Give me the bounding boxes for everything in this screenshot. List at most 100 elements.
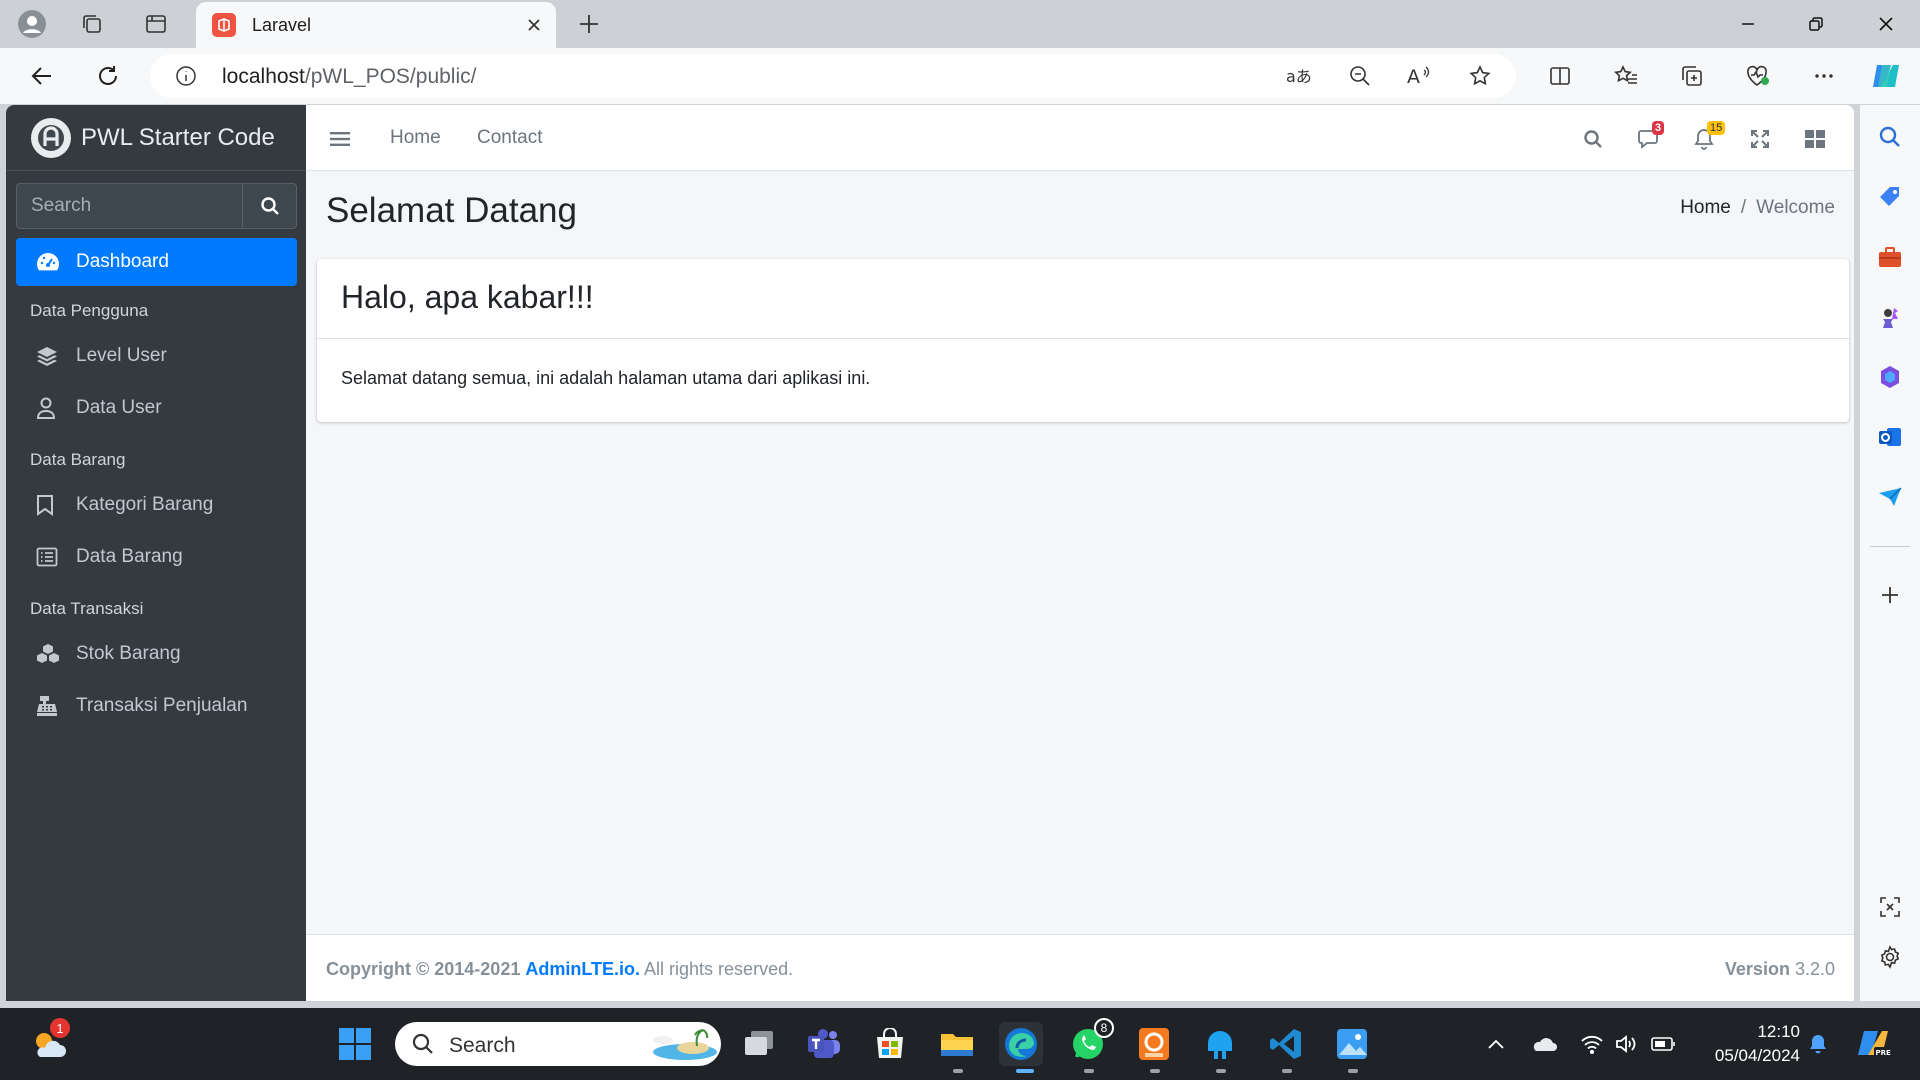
fullscreen-expand-icon[interactable] xyxy=(1746,125,1774,153)
copilot-icon[interactable] xyxy=(1866,56,1906,96)
add-panel-plus-icon[interactable] xyxy=(1874,579,1906,611)
layer-group-icon xyxy=(36,346,76,366)
microsoft-365-icon[interactable] xyxy=(1874,361,1906,393)
sidebar-item-level-user[interactable]: Level User xyxy=(16,332,297,380)
main-sidebar: PWL Starter Code Dashboard Data Pengguna… xyxy=(6,105,306,1001)
sidebar-item-transaksi-penjualan[interactable]: Transaksi Penjualan xyxy=(16,682,297,730)
outlook-icon[interactable] xyxy=(1874,421,1906,453)
split-screen-icon[interactable] xyxy=(1540,56,1580,96)
minimize-icon[interactable] xyxy=(1724,6,1772,42)
profile-icon[interactable] xyxy=(16,8,48,40)
adminlte-link[interactable]: AdminLTE.io. xyxy=(525,959,640,979)
shopping-tag-icon[interactable] xyxy=(1874,181,1906,213)
workspaces-icon[interactable] xyxy=(76,8,108,40)
browser-essentials-icon[interactable] xyxy=(1738,56,1778,96)
sidebar-search-input[interactable] xyxy=(16,183,242,229)
cash-register-icon xyxy=(36,695,76,717)
sidebar-item-stok-barang[interactable]: Stok Barang xyxy=(16,630,297,678)
vscode-icon[interactable] xyxy=(1264,1022,1308,1066)
onedrive-cloud-icon[interactable] xyxy=(1522,1022,1566,1066)
footer-copyright: Copyright © 2014-2021 AdminLTE.io. All r… xyxy=(326,959,793,980)
breadcrumb-current: Welcome xyxy=(1756,197,1835,218)
site-info-icon[interactable] xyxy=(174,64,198,88)
restore-icon[interactable] xyxy=(1792,6,1840,42)
tools-briefcase-icon[interactable] xyxy=(1874,241,1906,273)
sidebar-header-data-barang: Data Barang xyxy=(30,450,126,469)
main-footer: Copyright © 2014-2021 AdminLTE.io. All r… xyxy=(306,934,1854,1001)
sidebar-item-data-user[interactable]: Data User xyxy=(16,384,297,432)
brand-link[interactable]: PWL Starter Code xyxy=(6,105,306,171)
copyright-suffix: All rights reserved. xyxy=(644,959,794,979)
version-number: 3.2.0 xyxy=(1794,959,1835,979)
sidebar-item-label: Data User xyxy=(76,397,162,418)
photos-app-icon[interactable] xyxy=(1330,1022,1374,1066)
windows-taskbar: 1 Search 8 12:10 05/04/2024 PRE xyxy=(0,1008,1920,1080)
games-chess-icon[interactable] xyxy=(1874,301,1906,333)
read-aloud-icon[interactable]: A xyxy=(1400,56,1440,96)
notifications-bell-icon[interactable]: 15 xyxy=(1690,121,1726,153)
sidebar-item-label: Transaksi Penjualan xyxy=(76,695,248,716)
search-highlight-beach-icon xyxy=(653,1029,717,1060)
tab-close-icon[interactable] xyxy=(522,13,546,37)
zoom-out-icon[interactable] xyxy=(1340,56,1380,96)
card-title: Halo, apa kabar!!! xyxy=(341,279,594,315)
send-drop-icon[interactable] xyxy=(1874,481,1906,513)
back-icon[interactable] xyxy=(22,56,62,96)
new-tab-icon[interactable] xyxy=(573,8,605,40)
tab-actions-icon[interactable] xyxy=(140,8,172,40)
collections-icon[interactable] xyxy=(1672,56,1712,96)
screenshot-capture-icon[interactable] xyxy=(1874,891,1906,923)
task-view-icon[interactable] xyxy=(737,1022,781,1066)
teams-icon[interactable] xyxy=(802,1022,846,1066)
pushmenu-hamburger-icon[interactable] xyxy=(326,125,354,153)
nav-link-home[interactable]: Home xyxy=(390,127,441,149)
messages-badge: 3 xyxy=(1652,121,1665,135)
nav-link-contact[interactable]: Contact xyxy=(477,127,542,149)
system-clock[interactable]: 12:10 05/04/2024 xyxy=(1680,1020,1800,1068)
photos-running-indicator xyxy=(1348,1069,1358,1073)
more-menu-icon[interactable] xyxy=(1804,56,1844,96)
pdf-app-icon[interactable] xyxy=(1132,1022,1176,1066)
search-icon xyxy=(260,197,279,215)
control-sidebar-grid-icon[interactable] xyxy=(1801,125,1829,153)
browser-tab-active[interactable]: Laravel xyxy=(196,2,556,48)
sidebar-search-button[interactable] xyxy=(242,183,297,229)
favorites-icon[interactable] xyxy=(1606,56,1646,96)
reload-icon[interactable] xyxy=(88,56,128,96)
tachometer-icon xyxy=(36,252,76,272)
main-header-navbar: Home Contact 3 15 xyxy=(306,105,1854,171)
file-explorer-icon[interactable] xyxy=(935,1022,979,1066)
microsoft-store-icon[interactable] xyxy=(868,1022,912,1066)
notifications-badge: 15 xyxy=(1707,121,1726,135)
breadcrumb-home-link[interactable]: Home xyxy=(1680,197,1731,219)
navbar-search-icon[interactable] xyxy=(1579,125,1607,153)
windows-start-icon[interactable] xyxy=(333,1022,377,1066)
sidebar-item-kategori-barang[interactable]: Kategori Barang xyxy=(16,481,297,529)
translate-icon[interactable]: aあ xyxy=(1280,56,1320,96)
close-window-icon[interactable] xyxy=(1862,6,1910,42)
notification-bell-icon[interactable] xyxy=(1796,1022,1840,1066)
weather-widget-icon[interactable]: 1 xyxy=(26,1018,70,1066)
settings-gear-icon[interactable] xyxy=(1874,941,1906,973)
address-bar[interactable]: localhost/pWL_POS/public/ aあ A xyxy=(150,54,1516,98)
page-title: Selamat Datang xyxy=(326,191,577,230)
app-running-indicator xyxy=(1216,1069,1226,1073)
breadcrumb-separator: / xyxy=(1740,197,1747,218)
copilot-preview-icon[interactable]: PRE xyxy=(1852,1022,1896,1066)
sidebar-item-label: Stok Barang xyxy=(76,643,181,664)
show-hidden-icons-chevron-icon[interactable] xyxy=(1474,1022,1518,1066)
sidebar-item-dashboard[interactable]: Dashboard xyxy=(16,238,297,286)
sidebar-header-data-transaksi: Data Transaksi xyxy=(30,599,144,618)
clock-time: 12:10 xyxy=(1757,1022,1800,1041)
url-path: /pWL_POS/public/ xyxy=(304,65,477,88)
edge-panel-divider xyxy=(1870,546,1910,547)
sidebar-item-data-barang[interactable]: Data Barang xyxy=(16,533,297,581)
edge-browser-icon[interactable] xyxy=(999,1022,1043,1066)
whatsapp-icon[interactable]: 8 xyxy=(1066,1018,1114,1066)
svg-text:A: A xyxy=(1407,66,1420,88)
messages-comments-icon[interactable]: 3 xyxy=(1635,121,1665,153)
taskbar-search-box[interactable]: Search xyxy=(395,1022,721,1066)
onedrive-app-icon[interactable] xyxy=(1198,1022,1242,1066)
edge-search-icon[interactable] xyxy=(1874,121,1906,153)
favorite-star-icon[interactable] xyxy=(1460,56,1500,96)
